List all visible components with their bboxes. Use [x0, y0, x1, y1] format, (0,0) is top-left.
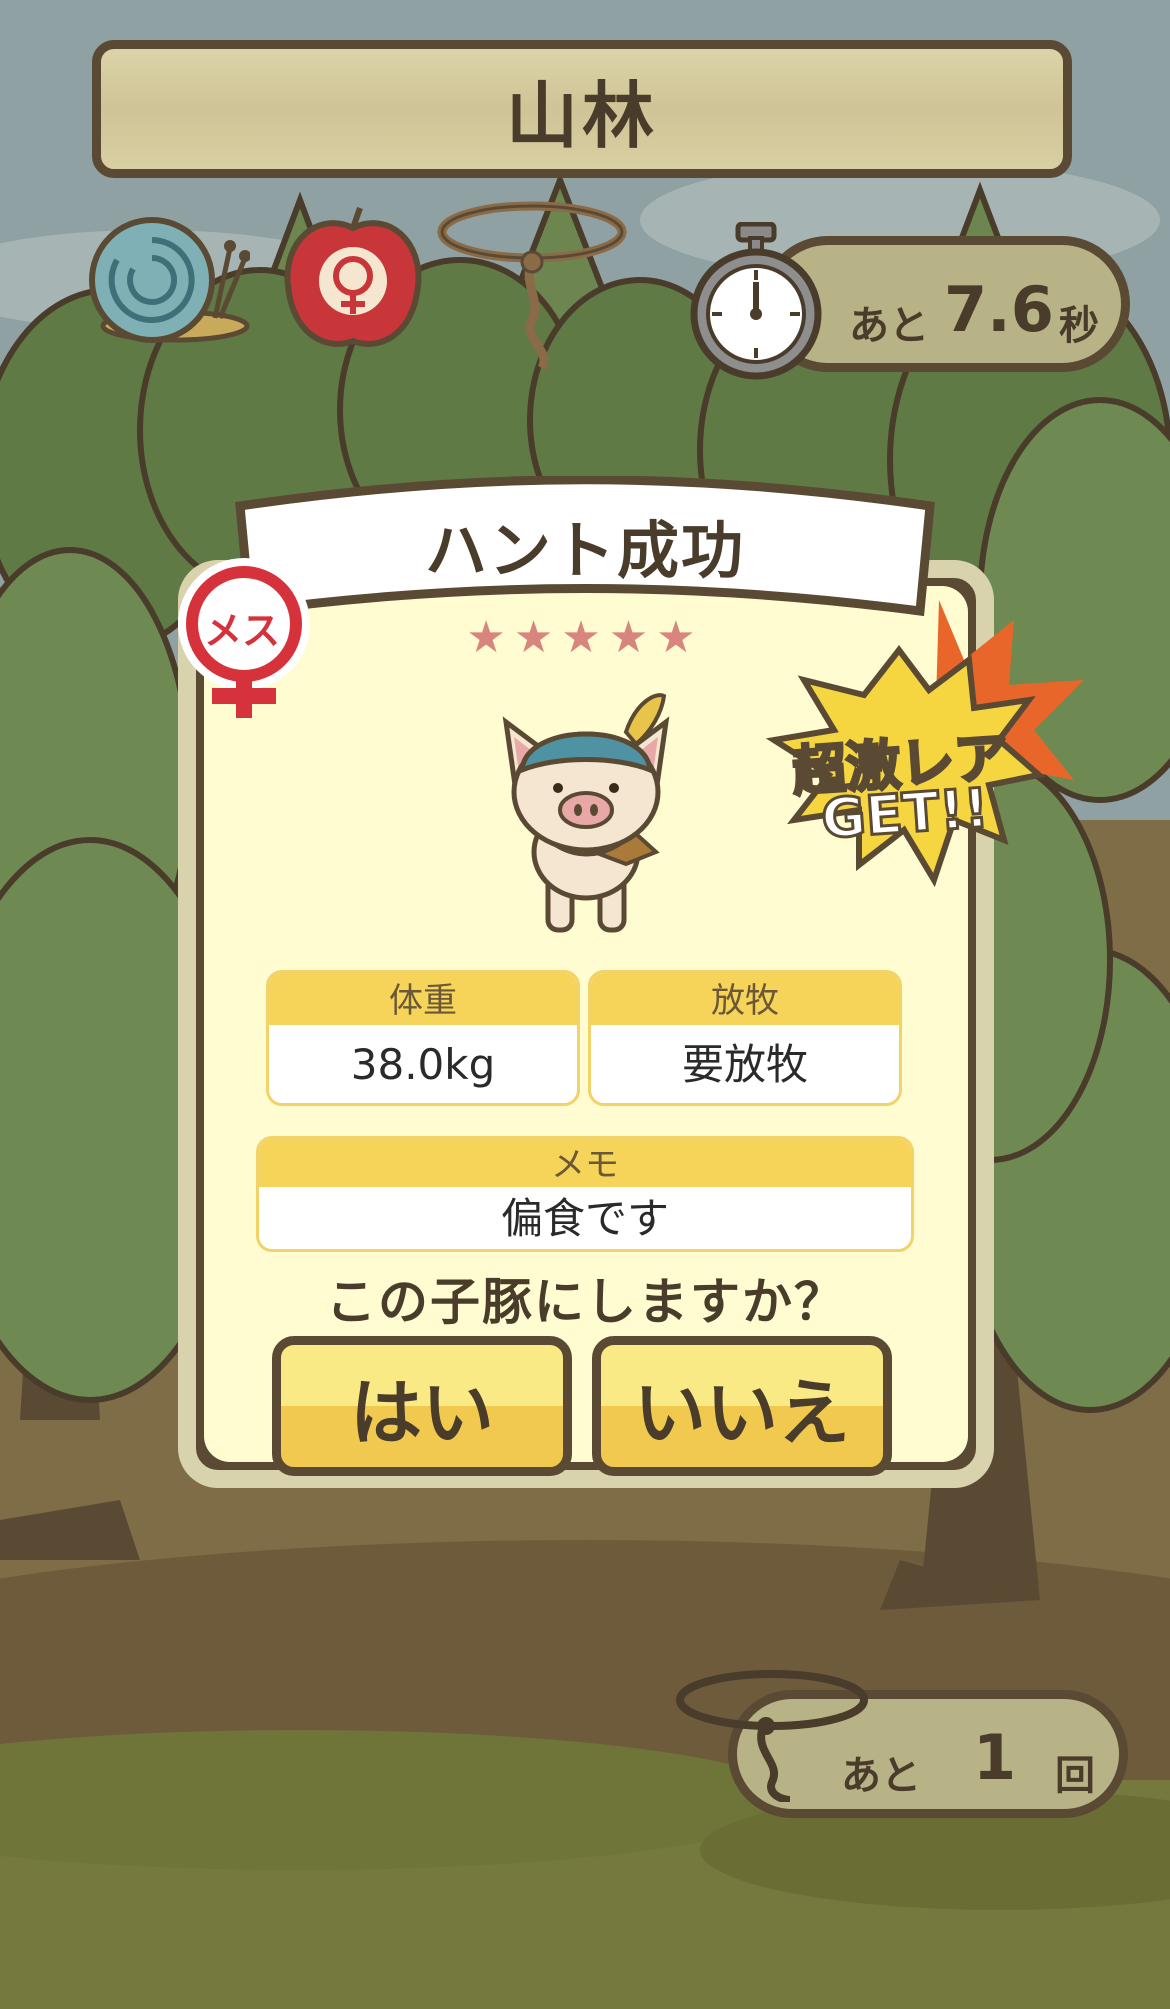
memo-value: 偏食です: [500, 1194, 669, 1243]
area-title-plank: 山林: [92, 40, 1072, 178]
result-title: ハント成功: [424, 514, 745, 587]
memo-label: メモ: [259, 1139, 911, 1187]
confirm-question: この子豚にしますか？: [326, 1273, 846, 1331]
yes-button[interactable]: はい: [272, 1336, 572, 1476]
area-title: 山林: [505, 73, 658, 158]
lasso-rope-icon: [676, 1670, 868, 1802]
lasso-count: 1: [973, 1721, 1017, 1794]
grazing-value: 要放牧: [681, 1040, 808, 1089]
female-badge-label: メス: [204, 609, 281, 653]
weight-label: 体重: [269, 973, 577, 1025]
memo-box: メモ 偏食です: [256, 1136, 914, 1252]
timer-value: 7.6: [944, 273, 1054, 346]
timer-unit: 秒: [1059, 303, 1099, 349]
weight-box: 体重 38.0kg: [266, 970, 580, 1106]
no-button[interactable]: いいえ: [592, 1336, 892, 1476]
stopwatch-icon: [690, 222, 822, 380]
timer-prefix: あと: [849, 303, 929, 349]
rarity-stars: ★★★★★: [466, 612, 704, 663]
lasso-unit: 回: [1055, 1753, 1095, 1799]
apple-female-icon: [284, 207, 422, 347]
snail-icon: [89, 217, 250, 343]
grazing-box: 放牧 要放牧: [588, 970, 902, 1106]
weight-value: 38.0kg: [350, 1040, 496, 1089]
piglet-character: [502, 693, 670, 933]
lasso-icon: [437, 201, 627, 370]
grazing-label: 放牧: [591, 973, 899, 1025]
